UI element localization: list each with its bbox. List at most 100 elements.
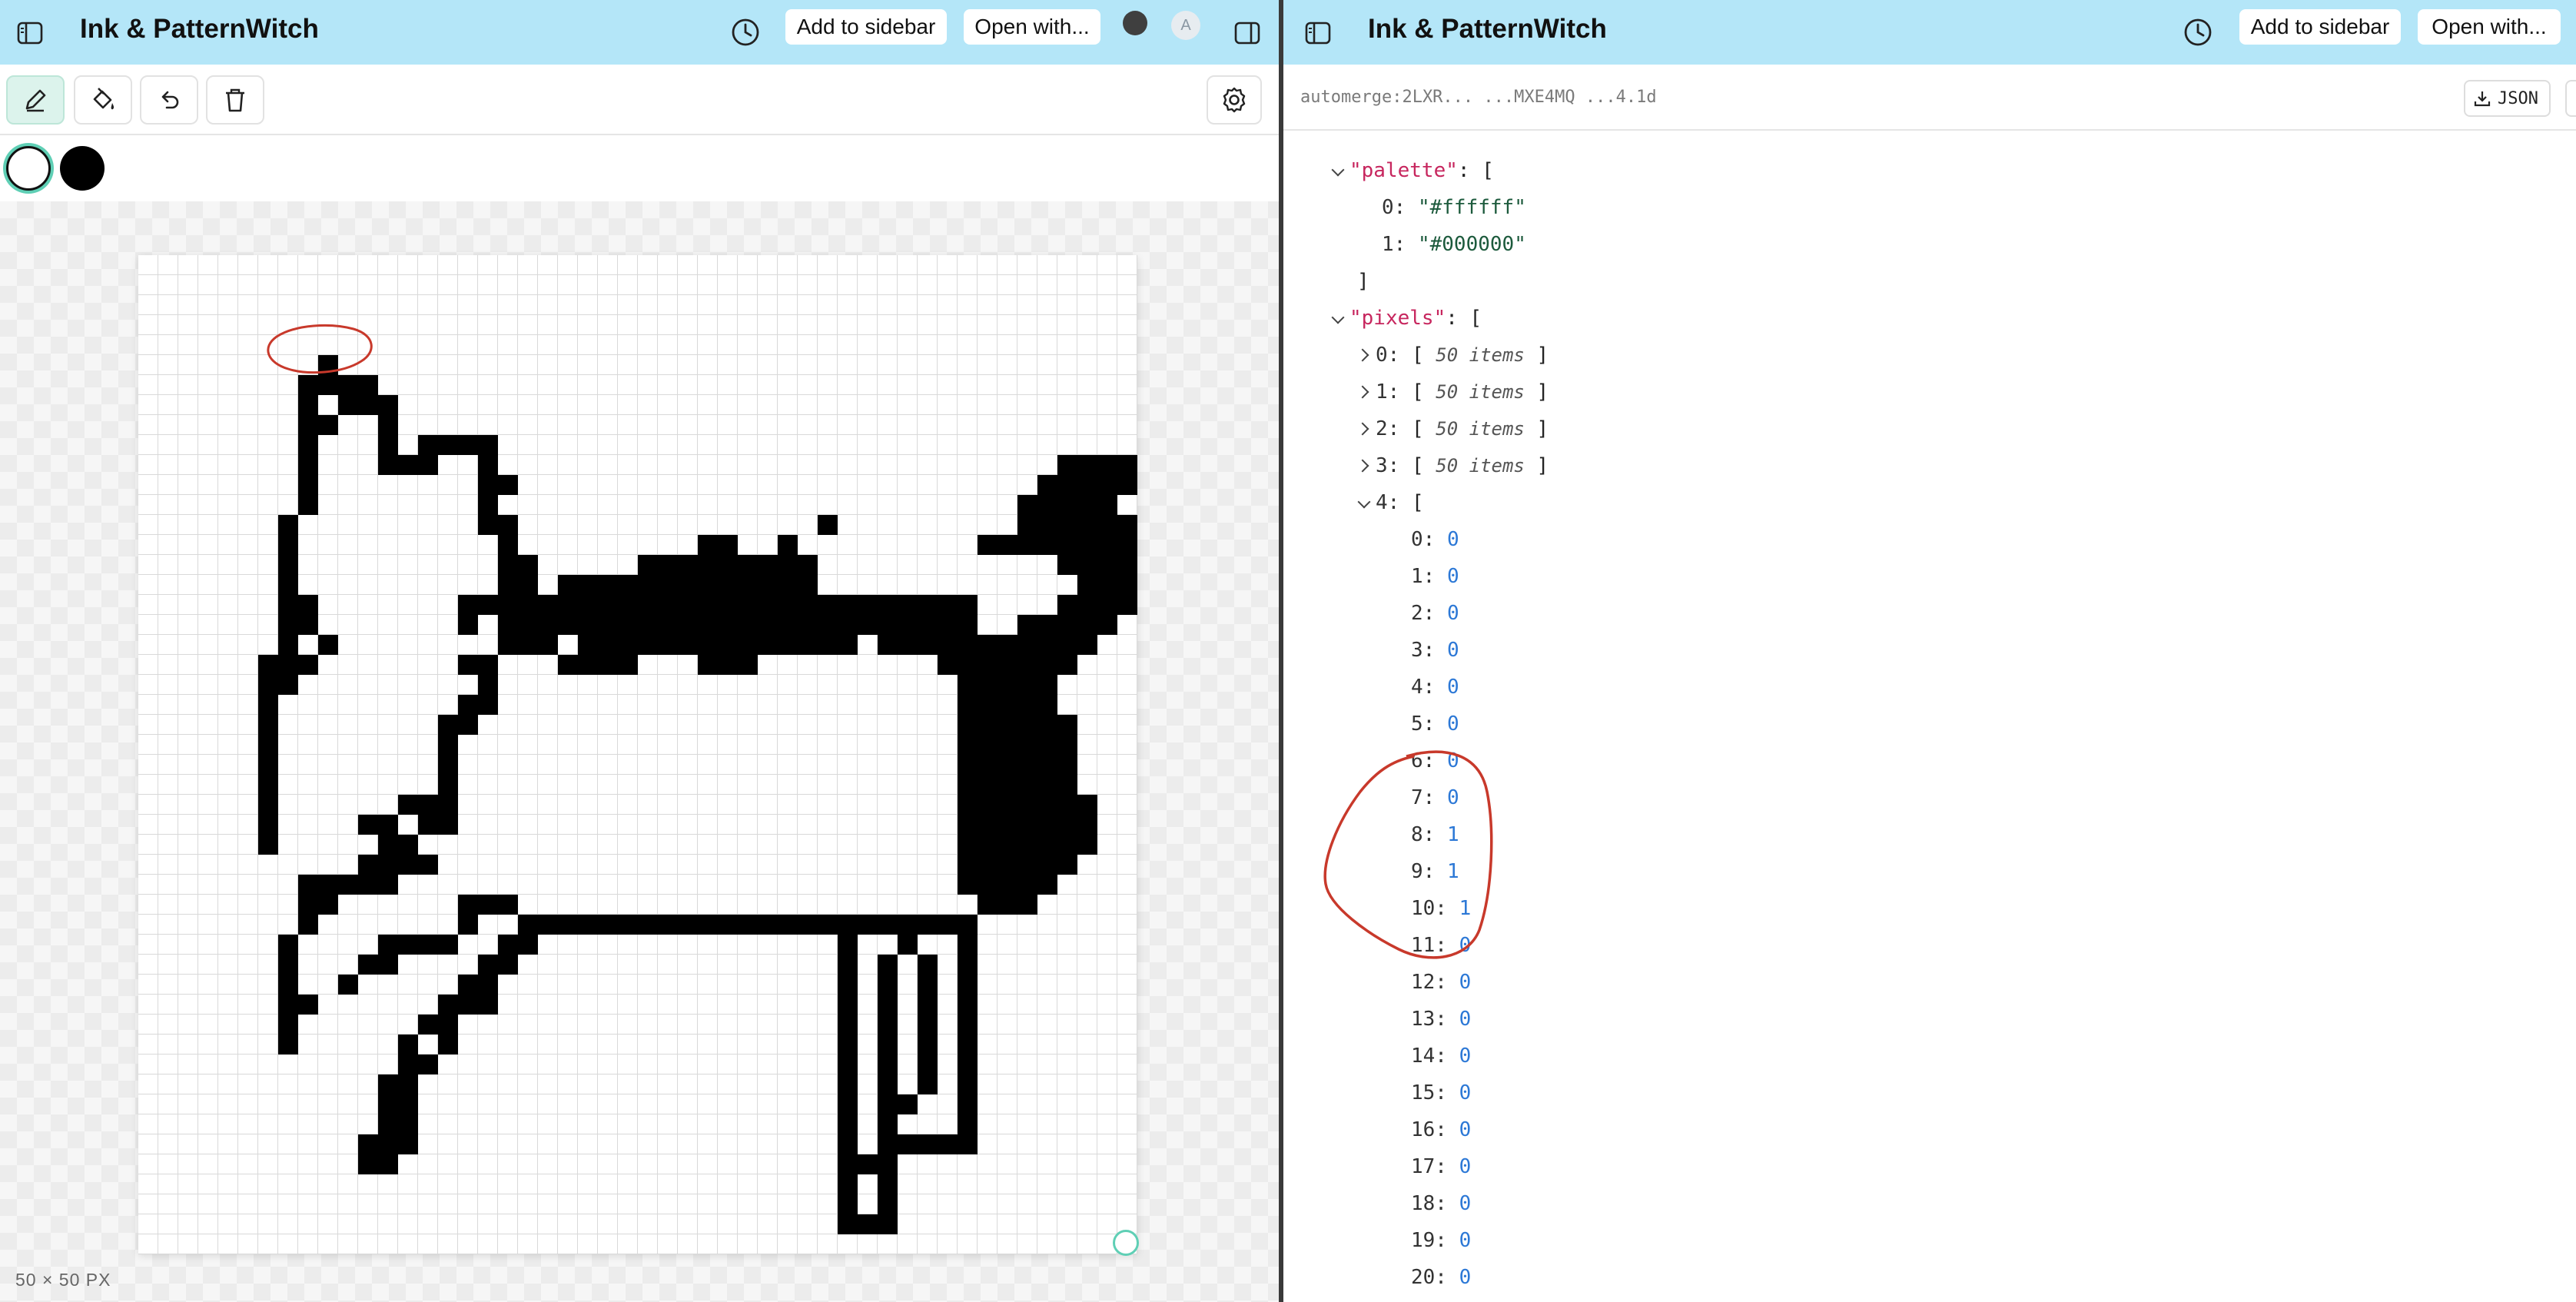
pixel-cell[interactable]	[1077, 1055, 1097, 1074]
pixel-cell[interactable]	[518, 1154, 538, 1174]
pixel-cell[interactable]	[898, 1154, 918, 1174]
pixel-cell[interactable]	[618, 535, 638, 555]
pixel-cell[interactable]	[218, 895, 238, 915]
pixel-cell[interactable]	[598, 435, 618, 455]
pixel-cell[interactable]	[698, 1234, 718, 1254]
pixel-cell[interactable]	[638, 1055, 658, 1074]
pixel-cell[interactable]	[1037, 735, 1057, 755]
pixel-cell[interactable]	[518, 615, 538, 635]
pixel-cell[interactable]	[418, 395, 438, 415]
pixel-cell[interactable]	[638, 655, 658, 675]
pixel-cell[interactable]	[778, 475, 798, 495]
pixel-cell[interactable]	[198, 315, 218, 335]
pixel-cell[interactable]	[698, 695, 718, 715]
pixel-cell[interactable]	[1017, 1114, 1037, 1134]
pixel-cell[interactable]	[1017, 875, 1037, 895]
pixel-cell[interactable]	[878, 1114, 898, 1134]
pixel-cell[interactable]	[578, 635, 598, 655]
pixel-cell[interactable]	[278, 435, 298, 455]
pixel-cell[interactable]	[878, 655, 898, 675]
pixel-cell[interactable]	[158, 955, 178, 975]
pixel-cell[interactable]	[818, 735, 838, 755]
pixel-cell[interactable]	[958, 955, 978, 975]
pixel-cell[interactable]	[218, 1194, 238, 1214]
pixel-cell[interactable]	[638, 335, 658, 355]
pixel-cell[interactable]	[598, 335, 618, 355]
pixel-cell[interactable]	[398, 395, 418, 415]
pixel-cell[interactable]	[938, 295, 958, 315]
pixel-cell[interactable]	[878, 275, 898, 295]
pixel-cell[interactable]	[678, 1214, 698, 1234]
pixel-cell[interactable]	[598, 775, 618, 795]
pixel-cell[interactable]	[618, 935, 638, 955]
pixel-cell[interactable]	[858, 315, 878, 335]
pixel-cell[interactable]	[438, 1055, 458, 1074]
pixel-cell[interactable]	[538, 795, 558, 815]
pixel-cell[interactable]	[498, 1194, 518, 1214]
pixel-cell[interactable]	[538, 1154, 558, 1174]
pixel-cell[interactable]	[718, 375, 738, 395]
pixel-cell[interactable]	[178, 975, 198, 995]
pixel-cell[interactable]	[218, 315, 238, 335]
pixel-cell[interactable]	[1097, 1154, 1117, 1174]
pixel-cell[interactable]	[498, 1074, 518, 1094]
pixel-cell[interactable]	[918, 975, 938, 995]
pixel-cell[interactable]	[498, 435, 518, 455]
pixel-cell[interactable]	[798, 855, 818, 875]
pixel-cell[interactable]	[918, 575, 938, 595]
pixel-cell[interactable]	[138, 1214, 158, 1234]
pixel-cell[interactable]	[518, 1234, 538, 1254]
pixel-cell[interactable]	[1057, 1074, 1077, 1094]
pixel-cell[interactable]	[338, 995, 358, 1015]
pixel-cell[interactable]	[1097, 555, 1117, 575]
pixel-cell[interactable]	[258, 815, 278, 835]
pixel-cell[interactable]	[338, 1134, 358, 1154]
pixel-cell[interactable]	[358, 955, 378, 975]
pixel-cell[interactable]	[618, 975, 638, 995]
pixel-cell[interactable]	[178, 675, 198, 695]
pixel-cell[interactable]	[998, 975, 1017, 995]
pixel-cell[interactable]	[878, 815, 898, 835]
pixel-cell[interactable]	[898, 855, 918, 875]
pixel-cell[interactable]	[858, 495, 878, 515]
pixel-cell[interactable]	[938, 1055, 958, 1074]
pixel-cell[interactable]	[978, 1214, 998, 1234]
pixel-cell[interactable]	[1057, 295, 1077, 315]
pixel-cell[interactable]	[758, 755, 778, 775]
pixel-cell[interactable]	[538, 1174, 558, 1194]
pixel-cell[interactable]	[1057, 675, 1077, 695]
pixel-cell[interactable]	[318, 355, 338, 375]
pixel-cell[interactable]	[1037, 575, 1057, 595]
pixel-cell[interactable]	[738, 1194, 758, 1214]
pixel-cell[interactable]	[578, 835, 598, 855]
pixel-cell[interactable]	[1117, 615, 1137, 635]
pixel-cell[interactable]	[278, 415, 298, 435]
pixel-cell[interactable]	[158, 835, 178, 855]
pixel-cell[interactable]	[278, 635, 298, 655]
pixel-cell[interactable]	[138, 615, 158, 635]
pixel-cell[interactable]	[418, 715, 438, 735]
pixel-cell[interactable]	[518, 895, 538, 915]
pixel-cell[interactable]	[278, 855, 298, 875]
pixel-cell[interactable]	[718, 735, 738, 755]
pixel-cell[interactable]	[1077, 495, 1097, 515]
pixel-cell[interactable]	[538, 1234, 558, 1254]
pixel-cell[interactable]	[678, 715, 698, 735]
pixel-cell[interactable]	[638, 1134, 658, 1154]
pixel-cell[interactable]	[318, 495, 338, 515]
pixel-cell[interactable]	[958, 535, 978, 555]
pixel-cell[interactable]	[958, 775, 978, 795]
pixel-cell[interactable]	[198, 575, 218, 595]
pixel-cell[interactable]	[438, 1174, 458, 1194]
pixel-cell[interactable]	[658, 1114, 678, 1134]
pixel-cell[interactable]	[178, 1154, 198, 1174]
pixel-cell[interactable]	[538, 695, 558, 715]
pixel-cell[interactable]	[338, 375, 358, 395]
pixel-cell[interactable]	[418, 935, 438, 955]
pixel-cell[interactable]	[998, 1234, 1017, 1254]
pixel-cell[interactable]	[458, 495, 478, 515]
pixel-cell[interactable]	[818, 535, 838, 555]
pixel-cell[interactable]	[698, 855, 718, 875]
pixel-cell[interactable]	[358, 1134, 378, 1154]
pixel-cell[interactable]	[958, 315, 978, 335]
